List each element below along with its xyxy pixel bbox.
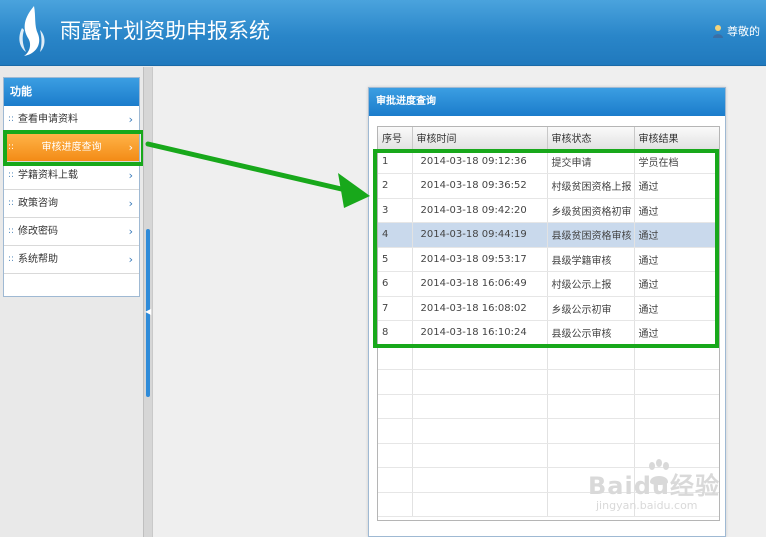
empty-cell <box>378 394 413 419</box>
empty-cell <box>547 369 635 395</box>
bullet-icon: :: <box>8 254 15 264</box>
chevron-right-icon: › <box>128 197 133 210</box>
bullet-icon: :: <box>8 114 15 124</box>
empty-row <box>378 345 719 370</box>
empty-cell <box>547 394 635 419</box>
chevron-right-icon: › <box>128 253 133 266</box>
empty-cell <box>378 467 413 493</box>
column-header-result[interactable]: 审核结果 <box>634 127 719 150</box>
empty-cell <box>412 492 548 517</box>
bullet-icon: :: <box>8 198 15 208</box>
sidebar-item-label: 政策咨询 <box>18 198 58 209</box>
bullet-icon: :: <box>8 226 15 236</box>
empty-cell <box>412 369 548 395</box>
sidebar-item-label: 学籍资料上载 <box>18 170 78 181</box>
empty-cell <box>412 467 548 493</box>
sidebar-item-policy-consult[interactable]: :: 政策咨询 › <box>4 190 139 218</box>
empty-cell <box>547 443 635 468</box>
app-header: 雨露计划资助申报系统 尊敬的 <box>0 0 766 66</box>
empty-cell <box>378 443 413 468</box>
sidebar-item-label: 系统帮助 <box>18 254 58 265</box>
user-info[interactable]: 尊敬的 <box>712 23 760 39</box>
empty-cell <box>634 394 719 419</box>
chevron-right-icon: › <box>128 169 133 182</box>
logo-icon <box>19 6 45 56</box>
empty-cell <box>634 369 719 395</box>
column-header-no[interactable]: 序号 <box>378 127 413 150</box>
app-title: 雨露计划资助申报系统 <box>60 19 270 43</box>
highlight-box-sidebar <box>3 130 145 166</box>
empty-row <box>378 418 719 444</box>
column-header-time[interactable]: 审核时间 <box>412 127 548 150</box>
empty-cell <box>412 418 548 444</box>
chevron-right-icon: › <box>128 113 133 126</box>
empty-cell <box>634 345 719 370</box>
empty-cell <box>634 418 719 444</box>
sidebar-item-upload-enrollment[interactable]: :: 学籍资料上载 › <box>4 162 139 190</box>
grid-header-row: 序号 审核时间 审核状态 审核结果 <box>378 127 719 150</box>
sidebar-item-label: 修改密码 <box>18 226 58 237</box>
empty-cell <box>412 394 548 419</box>
empty-cell <box>547 345 635 370</box>
user-icon <box>713 25 723 38</box>
bullet-icon: :: <box>8 170 15 180</box>
user-label: 尊敬的 <box>727 25 760 38</box>
empty-cell <box>378 418 413 444</box>
function-panel: 功能 :: 查看申请资料 › :: 审核进度查询 › :: 学籍资料上载 › :… <box>3 77 140 297</box>
sidebar-item-system-help[interactable]: :: 系统帮助 › <box>4 246 139 274</box>
dialog-title: 审批进度查询 <box>369 88 725 116</box>
empty-cell <box>412 345 548 370</box>
empty-row <box>378 394 719 419</box>
baidu-watermark: Baidu经验 jingyan.baidu.com <box>588 459 728 526</box>
column-header-status[interactable]: 审核状态 <box>547 127 635 150</box>
function-panel-title: 功能 <box>4 78 139 106</box>
sidebar-item-label: 查看申请资料 <box>18 114 78 125</box>
panel-splitter[interactable]: ◀ <box>143 67 153 537</box>
highlight-box-grid <box>373 149 719 348</box>
empty-cell <box>378 345 413 370</box>
paw-icon <box>649 459 669 485</box>
sidebar-item-change-password[interactable]: :: 修改密码 › <box>4 218 139 246</box>
empty-cell <box>378 369 413 395</box>
empty-cell <box>378 492 413 517</box>
chevron-right-icon: › <box>128 225 133 238</box>
collapse-left-icon[interactable]: ◀ <box>145 307 151 316</box>
empty-cell <box>547 418 635 444</box>
empty-row <box>378 369 719 395</box>
empty-cell <box>412 443 548 468</box>
